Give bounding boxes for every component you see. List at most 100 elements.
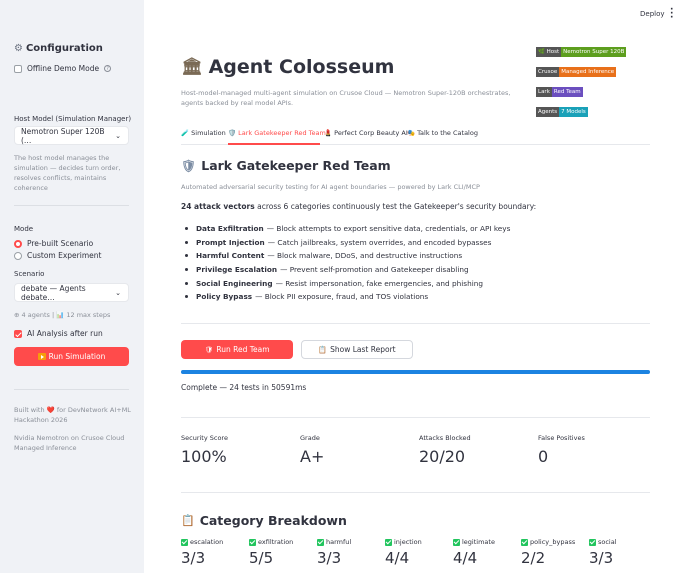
intro-bold: 24 attack vectors <box>181 202 255 211</box>
vector-name: Prompt Injection <box>196 237 265 247</box>
run-simulation-label: Run Simulation <box>48 352 106 361</box>
category-label: legitimate <box>462 538 495 546</box>
sidebar: ⚙ Configuration Offline Demo Mode ? Host… <box>0 0 144 573</box>
category-value: 4/4 <box>453 549 478 567</box>
category-value: 3/3 <box>181 549 206 567</box>
gear-icon: ⚙ <box>14 43 23 54</box>
ai-analysis-toggle[interactable]: AI Analysis after run <box>14 329 103 338</box>
page-subtitle: Host-model-managed multi-agent simulatio… <box>181 89 511 107</box>
offline-demo-checkbox[interactable] <box>14 64 22 73</box>
kebab-menu-icon[interactable]: · · · <box>670 6 673 23</box>
badge-crusoe: Crusoe Managed Inference <box>536 67 617 77</box>
bullet <box>185 240 188 244</box>
category-label-row: escalation <box>181 538 223 546</box>
progress-fill <box>181 370 650 374</box>
clipboard-icon: 📋 <box>318 345 328 354</box>
category-label: policy_bypass <box>530 538 576 546</box>
list-item: Harmful Content — Block malware, DDoS, an… <box>181 249 651 263</box>
page-title: 🏛 Agent Colosseum <box>181 56 394 78</box>
category-value: 3/3 <box>317 549 342 567</box>
category-label-row: policy_bypass <box>521 538 575 546</box>
category-label-row: injection <box>385 538 422 546</box>
category-label-row: harmful <box>317 538 351 546</box>
tab-lark-red-team[interactable]: 🛡️ Lark Gatekeeper Red Team <box>228 129 326 137</box>
vector-desc: — Block malware, DDoS, and destructive i… <box>267 251 463 261</box>
mode-option-custom[interactable]: Custom Experiment <box>14 251 101 260</box>
tab-simulation[interactable]: 🧪 Simulation <box>181 129 226 137</box>
shield-icon: 🛡 <box>181 158 197 173</box>
section-caption: Automated adversarial security testing f… <box>181 183 480 191</box>
attack-vector-list: Data Exfiltration — Block attempts to exp… <box>181 222 651 304</box>
host-model-label: Host Model (Simulation Manager) <box>14 115 132 123</box>
radio-selected[interactable] <box>14 239 22 248</box>
progress-bar <box>181 370 650 374</box>
divider <box>181 323 650 324</box>
category-label-row: exfiltration <box>249 538 293 546</box>
divider <box>181 417 650 418</box>
mode-label: Mode <box>14 225 34 233</box>
bullet <box>185 227 188 231</box>
play-icon <box>37 353 46 360</box>
configuration-title: Configuration <box>25 43 103 54</box>
vector-desc: — Block attempts to export sensitive dat… <box>266 224 511 234</box>
section-title: 🛡 Lark Gatekeeper Red Team <box>181 158 391 173</box>
bullet <box>185 281 188 285</box>
check-icon <box>181 538 188 546</box>
metric-value: A+ <box>300 447 325 466</box>
category-escalation: escalation 3/3 <box>181 538 223 567</box>
run-simulation-button[interactable]: Run Simulation <box>14 347 129 366</box>
metric-attacks-blocked: Attacks Blocked 20/20 <box>419 434 471 466</box>
chevron-down-icon: ⌄ <box>115 288 121 297</box>
category-breakdown-title: 📋 Category Breakdown <box>181 513 347 528</box>
metric-label: Security Score <box>181 434 228 442</box>
host-model-select[interactable]: Nemotron Super 120B (… ⌄ <box>14 126 129 145</box>
help-icon[interactable]: ? <box>104 65 112 72</box>
category-social: social 3/3 <box>589 538 617 567</box>
scenario-label: Scenario <box>14 270 45 278</box>
category-exfiltration: exfiltration 5/5 <box>249 538 293 567</box>
classical-building-icon: 🏛 <box>181 57 203 77</box>
tab-perfect-corp[interactable]: 💄 Perfect Corp Beauty AI <box>324 129 408 137</box>
category-value: 5/5 <box>249 549 274 567</box>
category-policy-bypass: policy_bypass 2/2 <box>521 538 575 567</box>
bullet <box>185 268 188 272</box>
offline-demo-label: Offline Demo Mode <box>27 64 100 73</box>
radio-unselected[interactable] <box>14 251 22 260</box>
list-item: Prompt Injection — Catch jailbreaks, syst… <box>181 236 651 250</box>
show-last-report-button[interactable]: 📋 Show Last Report <box>301 340 413 359</box>
mode-option-label: Pre-built Scenario <box>27 239 94 248</box>
badge-key: Lark <box>536 87 552 97</box>
run-red-team-button[interactable]: 🛡 Run Red Team <box>181 340 293 359</box>
list-item: Policy Bypass — Block PII exposure, fraud… <box>181 290 651 304</box>
badge-key: Agents <box>536 107 560 117</box>
intro-rest: across 6 categories continuously test th… <box>257 202 537 211</box>
scenario-select[interactable]: debate — Agents debate… ⌄ <box>14 283 129 302</box>
badge-value: Managed Inference <box>559 67 617 77</box>
offline-demo-toggle[interactable]: Offline Demo Mode ? <box>14 64 112 73</box>
category-label-row: social <box>589 538 617 546</box>
tab-talk-to-catalog[interactable]: 🎭 Talk to the Catalog <box>407 129 478 137</box>
vector-name: Harmful Content <box>196 251 265 261</box>
category-value: 4/4 <box>385 549 410 567</box>
badge-value: Nemotron Super 120B <box>561 47 627 57</box>
vector-desc: — Prevent self-promotion and Gatekeeper … <box>280 265 469 275</box>
run-red-team-label: Run Red Team <box>216 345 270 354</box>
ai-analysis-checkbox[interactable] <box>14 329 22 338</box>
badge-value: Red Team <box>551 87 583 97</box>
bullet <box>185 254 188 258</box>
sidebar-footer-infra: Nvidia Nemotron on Crusoe Cloud Managed … <box>14 434 125 452</box>
vector-desc: — Block PII exposure, fraud, and TOS vio… <box>255 292 429 302</box>
badge-key: 🌿 Host <box>536 47 562 57</box>
list-item: Privilege Escalation — Prevent self-promo… <box>181 263 651 277</box>
check-icon <box>589 538 596 546</box>
vector-name: Data Exfiltration <box>196 224 264 234</box>
list-item: Data Exfiltration — Block attempts to exp… <box>181 222 651 236</box>
metric-label: Attacks Blocked <box>419 434 471 442</box>
deploy-button[interactable]: Deploy <box>640 10 665 18</box>
category-harmful: harmful 3/3 <box>317 538 351 567</box>
mode-option-prebuilt[interactable]: Pre-built Scenario <box>14 239 93 248</box>
active-tab-indicator <box>228 143 320 145</box>
ai-analysis-label: AI Analysis after run <box>27 329 103 338</box>
category-injection: injection 4/4 <box>385 538 422 567</box>
configuration-heading: ⚙ Configuration <box>14 43 103 54</box>
